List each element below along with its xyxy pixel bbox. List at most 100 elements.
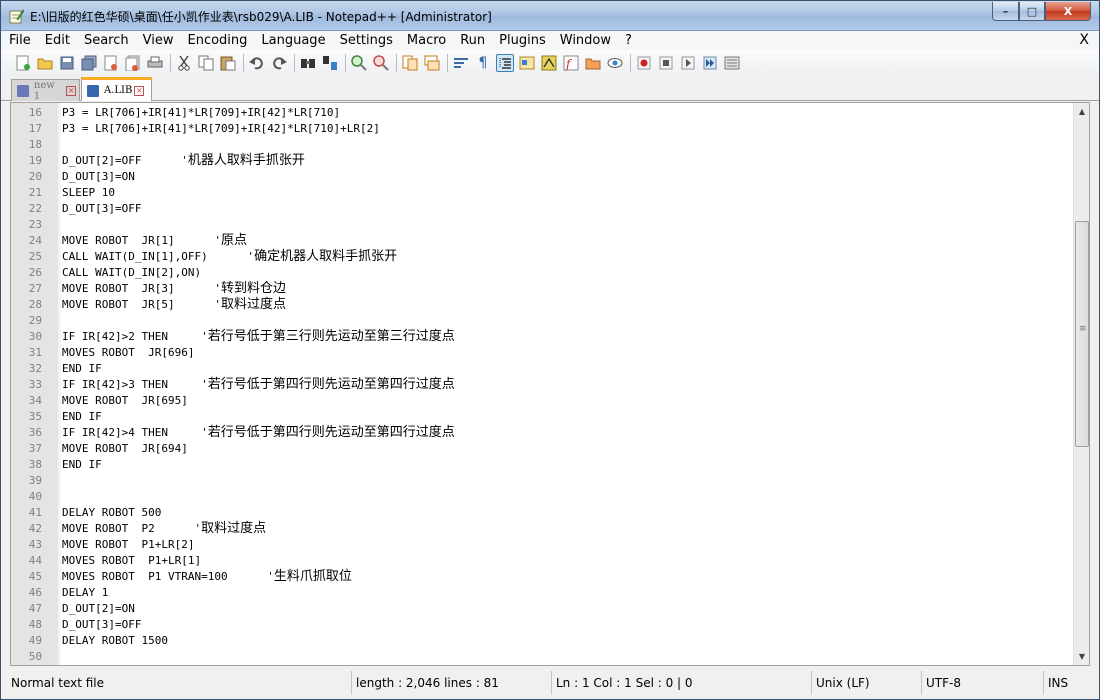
menu-search[interactable]: Search [77, 31, 136, 50]
paste-icon[interactable] [219, 54, 237, 72]
undo-icon[interactable] [248, 54, 266, 72]
status-insert-mode[interactable]: INS [1043, 671, 1093, 695]
line-number: 16 [28, 106, 42, 119]
menu-help[interactable]: ? [618, 31, 639, 50]
minimize-button[interactable]: – [992, 2, 1019, 21]
menu-plugins[interactable]: Plugins [492, 31, 553, 50]
replace-icon[interactable] [321, 54, 339, 72]
record-macro-icon[interactable] [635, 54, 653, 72]
menu-file[interactable]: File [1, 31, 38, 50]
status-length: length : 2,046 lines : 81 [351, 671, 551, 695]
new-file-icon[interactable] [14, 54, 32, 72]
save-all-icon[interactable] [80, 54, 98, 72]
code-text: IF IR[42]>2 THEN ' [62, 330, 208, 343]
scroll-up-arrow-icon[interactable]: ▲ [1074, 103, 1089, 120]
code-comment: 生料爪抓取位 [273, 569, 352, 584]
stop-macro-icon[interactable] [657, 54, 675, 72]
line-number: 18 [28, 138, 42, 151]
close-tab-icon[interactable]: × [66, 85, 76, 96]
line-code: DELAY 1 [62, 585, 108, 601]
show-all-chars-icon[interactable]: ¶ [474, 54, 492, 72]
fold-margin[interactable] [58, 103, 61, 665]
code-text: END IF [62, 362, 102, 375]
toolbar-separator [243, 53, 244, 72]
code-comment: 转到料仓边 [220, 281, 286, 296]
code-text: END IF [62, 410, 102, 423]
line-number: 37 [28, 442, 42, 455]
print-icon[interactable] [146, 54, 164, 72]
function-list-icon[interactable]: f [562, 54, 580, 72]
code-text: IF IR[42]>4 THEN ' [62, 426, 208, 439]
line-code: D_OUT[2]=ON [62, 601, 135, 617]
line-number: 22 [28, 202, 42, 215]
vertical-scrollbar[interactable]: ▲ ≡ ▼ [1073, 103, 1089, 665]
tab-new-1[interactable]: new 1 × [11, 79, 80, 102]
status-encoding[interactable]: UTF-8 [921, 671, 1043, 695]
tab-a-lib[interactable]: A.LIB × [81, 77, 152, 101]
code-comment: 若行号低于第四行则先运动至第四行过度点 [207, 425, 455, 440]
line-number: 47 [28, 602, 42, 615]
redo-icon[interactable] [270, 54, 288, 72]
grip-icon: ≡ [1079, 324, 1087, 334]
line-code: END IF [62, 361, 102, 377]
scroll-down-arrow-icon[interactable]: ▼ [1074, 648, 1089, 665]
code-text: DELAY 1 [62, 586, 109, 599]
maximize-button[interactable]: □ [1019, 2, 1045, 21]
status-position[interactable]: Ln : 1 Col : 1 Sel : 0 | 0 [551, 671, 811, 695]
code-text: MOVE ROBOT P1+LR[2] [62, 538, 195, 551]
code-text: D_OUT[3]=ON [62, 170, 135, 183]
menu-edit[interactable]: Edit [38, 31, 77, 50]
close-all-icon[interactable] [124, 54, 142, 72]
toolbar-separator [294, 53, 295, 72]
cut-icon[interactable] [175, 54, 193, 72]
line-number: 25 [28, 250, 42, 263]
line-number: 20 [28, 170, 42, 183]
line-number: 19 [28, 154, 42, 167]
run-macro-multiple-icon[interactable] [701, 54, 719, 72]
menu-macro[interactable]: Macro [400, 31, 453, 50]
line-code: MOVE ROBOT JR[5] '取料过度点 [62, 297, 286, 313]
editor-area[interactable]: 16 P3 = LR[706]+IR[41]*LR[709]+IR[42]*LR[… [10, 102, 1090, 666]
menu-run[interactable]: Run [453, 31, 492, 50]
folder-as-workspace-icon[interactable] [584, 54, 602, 72]
code-comment: 确定机器人取料手抓张开 [254, 249, 398, 264]
line-number: 23 [28, 218, 42, 231]
line-number: 17 [28, 122, 42, 135]
menu-language[interactable]: Language [254, 31, 332, 50]
indent-guide-icon[interactable] [496, 53, 514, 72]
save-macro-icon[interactable] [723, 54, 741, 72]
monitoring-icon[interactable] [606, 54, 624, 72]
copy-icon[interactable] [197, 54, 215, 72]
line-code: IF IR[42]>4 THEN '若行号低于第四行则先运动至第四行过度点 [62, 425, 455, 441]
menu-window[interactable]: Window [553, 31, 618, 50]
scrollbar-thumb[interactable]: ≡ [1075, 221, 1089, 447]
menu-settings[interactable]: Settings [333, 31, 400, 50]
user-language-icon[interactable] [518, 54, 536, 72]
play-macro-icon[interactable] [679, 54, 697, 72]
close-tab-icon[interactable]: × [134, 85, 145, 96]
word-wrap-icon[interactable] [452, 54, 470, 72]
open-file-icon[interactable] [36, 54, 54, 72]
status-eol[interactable]: Unix (LF) [811, 671, 921, 695]
menu-encoding[interactable]: Encoding [180, 31, 254, 50]
code-text: IF IR[42]>3 THEN ' [62, 378, 208, 391]
line-number: 44 [28, 554, 42, 567]
line-number: 27 [28, 282, 42, 295]
toolbar-separator [396, 53, 397, 72]
line-code: DELAY ROBOT 500 [62, 505, 161, 521]
line-code: P3 = LR[706]+IR[41]*LR[709]+IR[42]*LR[71… [62, 121, 380, 137]
menu-view[interactable]: View [136, 31, 181, 50]
sync-horizontal-icon[interactable] [423, 54, 441, 72]
save-icon[interactable] [58, 54, 76, 72]
document-map-icon[interactable] [540, 54, 558, 72]
find-icon[interactable] [299, 54, 317, 72]
line-number: 36 [28, 426, 42, 439]
close-document-button[interactable]: X [1079, 31, 1089, 50]
line-code: DELAY ROBOT 1500 [62, 633, 168, 649]
zoom-out-icon[interactable] [372, 54, 390, 72]
sync-vertical-icon[interactable] [401, 54, 419, 72]
zoom-in-icon[interactable] [350, 54, 368, 72]
title-bar[interactable]: E:\旧版的红色华硕\桌面\任小凯作业表\rsb029\A.LIB - Note… [1, 1, 1099, 31]
close-window-button[interactable]: X [1045, 2, 1091, 21]
close-icon[interactable] [102, 54, 120, 72]
